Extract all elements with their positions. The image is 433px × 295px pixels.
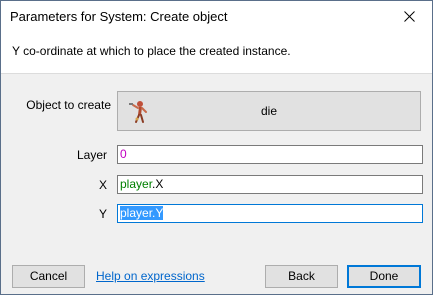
- done-button[interactable]: Done: [347, 265, 421, 288]
- y-label: Y: [98, 207, 107, 221]
- y-object-token: player: [120, 206, 153, 220]
- y-input[interactable]: player.Y: [117, 204, 423, 223]
- help-expressions-link[interactable]: Help on expressions: [96, 269, 205, 283]
- close-icon: [404, 11, 415, 22]
- x-object-token: player: [120, 177, 153, 191]
- object-picker-button[interactable]: die: [117, 91, 421, 131]
- x-input[interactable]: player.X: [117, 175, 423, 194]
- layer-label: Layer: [76, 148, 107, 162]
- object-label: Object to create: [26, 98, 111, 112]
- x-label: X: [98, 178, 107, 192]
- title-bar[interactable]: Parameters for System: Create object: [1, 1, 432, 32]
- window-title: Parameters for System: Create object: [10, 9, 228, 24]
- back-button[interactable]: Back: [265, 265, 338, 288]
- description-panel: Y co-ordinate at which to place the crea…: [1, 32, 432, 74]
- layer-input[interactable]: 0: [117, 145, 423, 164]
- object-name: die: [260, 104, 277, 118]
- parameter-description: Y co-ordinate at which to place the crea…: [12, 44, 291, 58]
- close-button[interactable]: [387, 1, 432, 31]
- x-expression-token: .X: [152, 177, 164, 191]
- y-expression-token: .Y: [152, 206, 164, 220]
- layer-value: 0: [120, 147, 127, 161]
- parameters-dialog: Parameters for System: Create object Y c…: [0, 0, 433, 295]
- y-selected-text: player.Y: [120, 206, 164, 220]
- cancel-button[interactable]: Cancel: [12, 265, 85, 288]
